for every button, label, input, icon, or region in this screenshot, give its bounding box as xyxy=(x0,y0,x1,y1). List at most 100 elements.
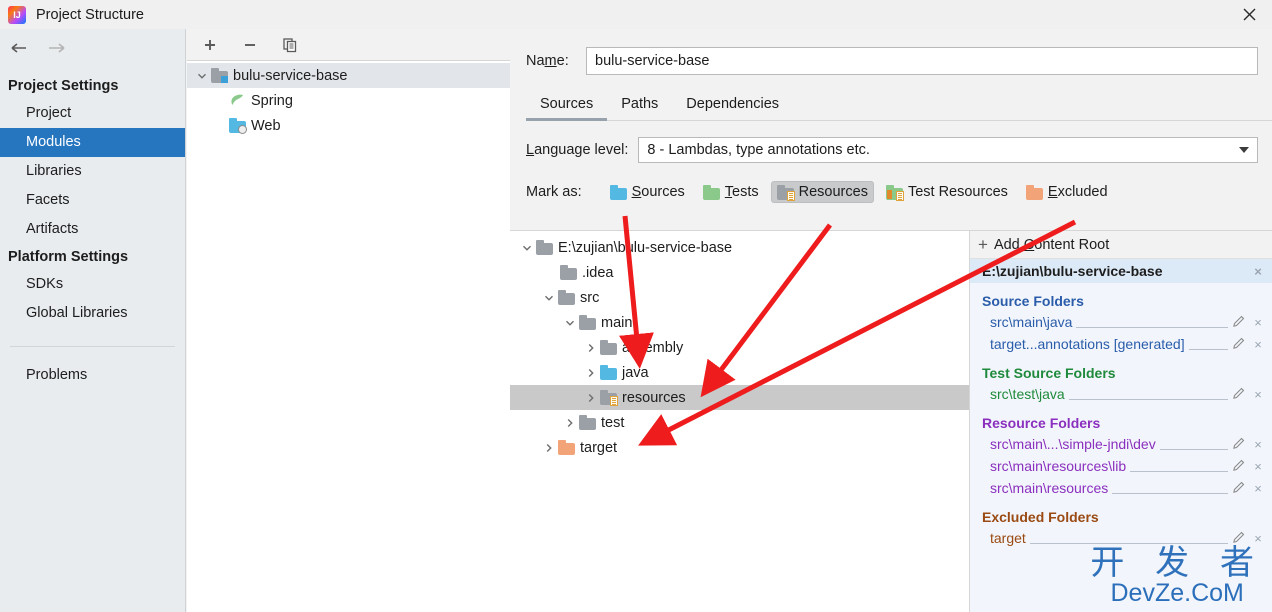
arrow-right-icon[interactable] xyxy=(44,36,68,60)
tree-row[interactable]: resources xyxy=(510,385,969,410)
tree-row[interactable]: assembly xyxy=(510,335,969,360)
remove-icon[interactable]: × xyxy=(1252,315,1264,330)
remove-module-icon[interactable] xyxy=(239,34,261,56)
modules-toolbar xyxy=(187,29,510,61)
remove-icon[interactable]: × xyxy=(1252,459,1264,474)
add-module-icon[interactable] xyxy=(199,34,221,56)
module-facet-web[interactable]: Web xyxy=(187,113,510,138)
sidebar-divider xyxy=(10,346,175,347)
chevron-down-icon[interactable] xyxy=(540,293,558,303)
root-row[interactable]: src\main\...\simple-jndi\dev × xyxy=(970,433,1272,455)
mark-as-resources-label: Resources xyxy=(798,184,868,200)
language-level-row: Language level: 8 - Lambdas, type annota… xyxy=(526,137,1258,163)
sidebar-item-artifacts[interactable]: Artifacts xyxy=(0,215,185,244)
copy-module-icon[interactable] xyxy=(279,34,301,56)
name-label-post: e: xyxy=(556,53,569,69)
language-level-value: 8 - Lambdas, type annotations etc. xyxy=(647,142,870,158)
web-globe-icon xyxy=(229,118,247,134)
chevron-down-icon[interactable] xyxy=(561,318,579,328)
mark-as-test-resources-button[interactable]: Test Resources xyxy=(880,181,1014,203)
chevron-down-icon[interactable] xyxy=(518,243,536,253)
module-facet-spring[interactable]: Spring xyxy=(187,88,510,113)
name-label-pre: Na xyxy=(526,53,545,69)
sidebar-group-project-settings: Project Settings xyxy=(8,78,119,94)
chevron-right-icon[interactable] xyxy=(561,418,579,428)
tab-sources[interactable]: Sources xyxy=(526,96,608,121)
root-path: target...annotations [generated] xyxy=(990,336,1185,352)
tree-row[interactable]: main xyxy=(510,310,969,335)
pencil-icon[interactable] xyxy=(1232,315,1246,329)
mark-as-resources-button[interactable]: Resources xyxy=(770,181,874,203)
sidebar-item-facets[interactable]: Facets xyxy=(0,186,185,215)
tab-paths[interactable]: Paths xyxy=(607,96,672,120)
sidebar-item-modules[interactable]: Modules xyxy=(0,128,185,157)
sidebar-item-libraries[interactable]: Libraries xyxy=(0,157,185,186)
sources-lower-area: E:\zujian\bulu-service-base .idea src ma… xyxy=(510,230,1272,612)
pencil-icon[interactable] xyxy=(1232,437,1246,451)
row-underline xyxy=(1076,317,1228,328)
remove-icon[interactable]: × xyxy=(1252,531,1264,546)
close-icon[interactable]: × xyxy=(1252,264,1264,279)
tree-row[interactable]: .idea xyxy=(510,260,969,285)
pencil-icon[interactable] xyxy=(1232,387,1246,401)
remove-icon[interactable]: × xyxy=(1252,337,1264,352)
chevron-right-icon[interactable] xyxy=(540,443,558,453)
modules-tree: bulu-service-base Spring Web xyxy=(187,61,510,138)
row-underline xyxy=(1029,533,1228,544)
tree-row[interactable]: src xyxy=(510,285,969,310)
mark-as-sources-button[interactable]: Sources xyxy=(604,181,691,203)
tree-row[interactable]: java xyxy=(510,360,969,385)
folder-gray-icon xyxy=(579,315,596,330)
chevron-right-icon[interactable] xyxy=(582,393,600,403)
tab-dependencies[interactable]: Dependencies xyxy=(672,96,793,120)
row-underline xyxy=(1159,439,1228,450)
chevron-down-icon[interactable] xyxy=(193,71,211,81)
remove-icon[interactable]: × xyxy=(1252,437,1264,452)
sidebar-item-project[interactable]: Project xyxy=(0,99,185,128)
chevron-right-icon[interactable] xyxy=(582,368,600,378)
section-title-source-folders: Source Folders xyxy=(982,293,1084,309)
pencil-icon[interactable] xyxy=(1232,459,1246,473)
module-name-label: Name: xyxy=(526,53,586,69)
mark-as-test-resources-label: Test Resources xyxy=(907,184,1008,200)
row-underline xyxy=(1112,483,1228,494)
name-label-mnemonic: m xyxy=(544,53,557,69)
folder-orange-icon xyxy=(558,440,575,455)
root-row[interactable]: src\test\java × xyxy=(970,383,1272,405)
chevron-right-icon[interactable] xyxy=(582,343,600,353)
tree-row[interactable]: E:\zujian\bulu-service-base xyxy=(510,235,969,260)
window-title: Project Structure xyxy=(36,6,144,23)
module-row-bulu-service-base[interactable]: bulu-service-base xyxy=(187,63,510,88)
remove-icon[interactable]: × xyxy=(1252,481,1264,496)
root-row[interactable]: target...annotations [generated] × xyxy=(970,333,1272,355)
settings-sidebar: Project Settings Project Modules Librari… xyxy=(0,29,186,612)
sidebar-item-global-libraries[interactable]: Global Libraries xyxy=(0,299,185,328)
mark-as-tests-label: Tests xyxy=(724,184,759,200)
content-root-path: E:\zujian\bulu-service-base xyxy=(982,263,1163,279)
chevron-down-icon[interactable] xyxy=(1239,147,1249,153)
folder-blue-icon xyxy=(609,184,627,200)
root-row[interactable]: src\main\resources\lib × xyxy=(970,455,1272,477)
sidebar-item-problems[interactable]: Problems xyxy=(0,361,185,390)
root-row[interactable]: target × xyxy=(970,527,1272,549)
root-row[interactable]: src\main\resources × xyxy=(970,477,1272,499)
sidebar-nav xyxy=(0,29,185,67)
mark-as-sources-label: Sources xyxy=(631,184,685,200)
arrow-left-icon[interactable] xyxy=(8,36,32,60)
mark-as-excluded-button[interactable]: Excluded xyxy=(1020,181,1114,203)
pencil-icon[interactable] xyxy=(1232,531,1246,545)
pencil-icon[interactable] xyxy=(1232,337,1246,351)
add-content-root-button[interactable]: + Add Content Root xyxy=(970,231,1272,259)
sidebar-item-sdks[interactable]: SDKs xyxy=(0,270,185,299)
tree-row[interactable]: test xyxy=(510,410,969,435)
module-name-input[interactable] xyxy=(586,47,1258,75)
pencil-icon[interactable] xyxy=(1232,481,1246,495)
close-icon[interactable] xyxy=(1226,0,1272,29)
tree-label: .idea xyxy=(582,264,614,281)
sidebar-list: Project Settings Project Modules Librari… xyxy=(0,67,185,390)
tree-row[interactable]: target xyxy=(510,435,969,460)
language-level-select[interactable]: 8 - Lambdas, type annotations etc. xyxy=(638,137,1258,163)
remove-icon[interactable]: × xyxy=(1252,387,1264,402)
mark-as-tests-button[interactable]: Tests xyxy=(697,181,765,203)
root-row[interactable]: src\main\java × xyxy=(970,311,1272,333)
